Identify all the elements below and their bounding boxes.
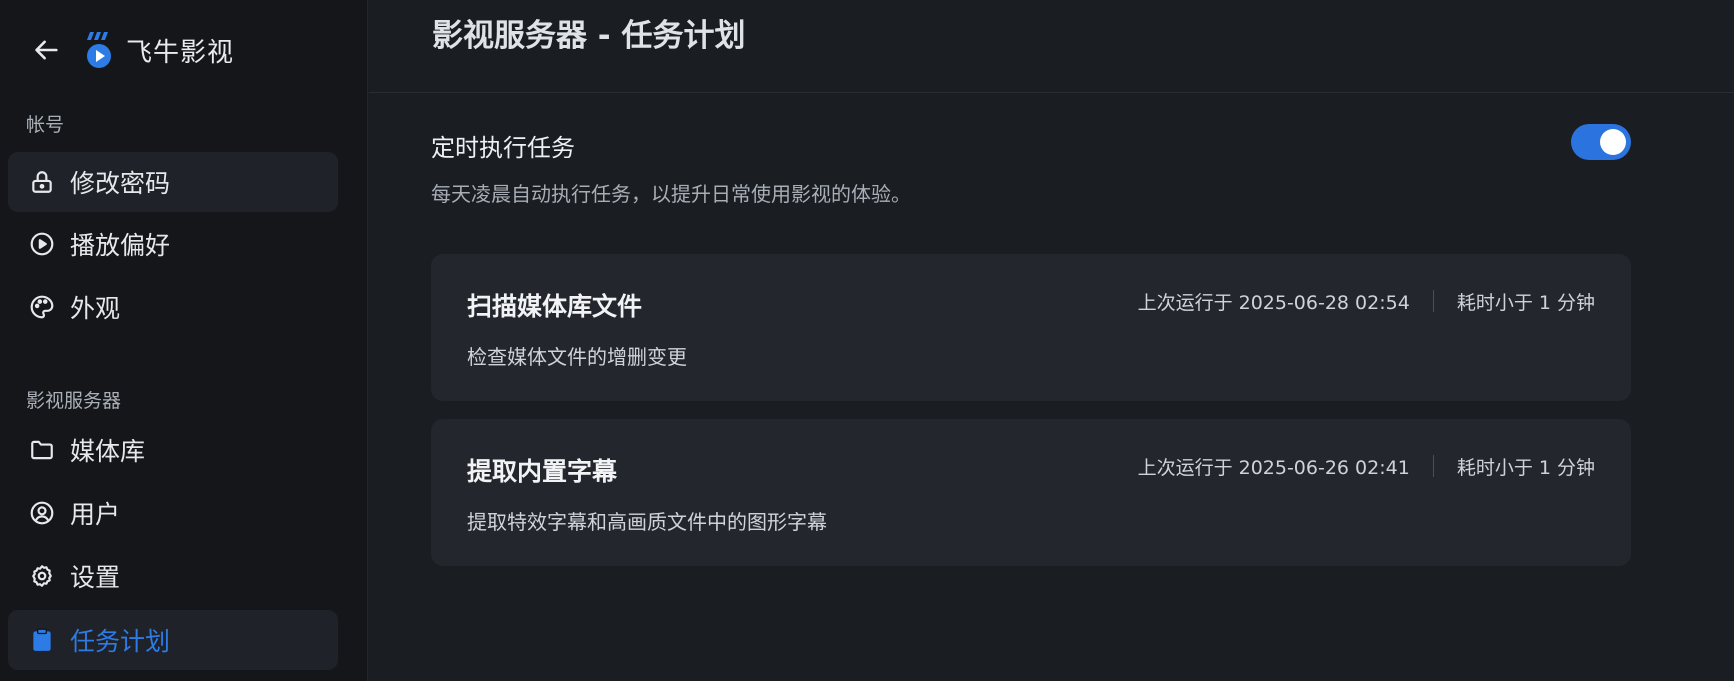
feiniu-logo-icon bbox=[87, 32, 111, 68]
clipboard-icon bbox=[28, 626, 56, 654]
sidebar-item-label: 修改密码 bbox=[70, 169, 171, 198]
task-duration: 耗时小于 1 分钟 bbox=[1456, 456, 1595, 479]
sidebar-item-label: 用户 bbox=[70, 500, 121, 529]
task-meta: 上次运行于 2025-06-26 02:41 耗时小于 1 分钟 bbox=[1138, 453, 1595, 479]
sidebar-item-label: 外观 bbox=[70, 294, 121, 323]
scheduled-task-description: 每天凌晨自动执行任务，以提升日常使用影视的体验。 bbox=[431, 182, 911, 206]
meta-divider bbox=[1432, 290, 1434, 312]
task-last-run: 上次运行于 2025-06-28 02:54 bbox=[1137, 291, 1410, 314]
sidebar-item-label: 设置 bbox=[70, 563, 121, 592]
page-title: 影视服务器 - 任务计划 bbox=[432, 18, 746, 54]
section-label-account: 帐号 bbox=[26, 114, 65, 136]
task-description: 检查媒体文件的增删变更 bbox=[467, 345, 687, 369]
task-name: 提取内置字幕 bbox=[467, 457, 618, 486]
task-meta: 上次运行于 2025-06-28 02:54 耗时小于 1 分钟 bbox=[1138, 288, 1595, 314]
toggle-knob bbox=[1600, 129, 1626, 155]
page-header: 影视服务器 - 任务计划 bbox=[369, 0, 1734, 93]
scheduled-task-title: 定时执行任务 bbox=[431, 134, 575, 162]
meta-divider bbox=[1432, 455, 1434, 477]
sidebar-item-settings[interactable]: 设置 bbox=[8, 546, 338, 606]
task-duration: 耗时小于 1 分钟 bbox=[1456, 291, 1595, 314]
sidebar-item-media-library[interactable]: 媒体库 bbox=[8, 420, 338, 480]
section-label-media-server: 影视服务器 bbox=[26, 390, 122, 412]
logo: 飞牛影视 bbox=[84, 30, 234, 70]
sidebar-item-appearance[interactable]: 外观 bbox=[8, 277, 338, 337]
sidebar-item-label: 媒体库 bbox=[70, 437, 146, 466]
task-card-scan-library[interactable]: 扫描媒体库文件 检查媒体文件的增删变更 上次运行于 2025-06-28 02:… bbox=[431, 254, 1631, 401]
gear-icon bbox=[28, 562, 56, 590]
sidebar-item-playback-preferences[interactable]: 播放偏好 bbox=[8, 214, 338, 274]
task-name: 扫描媒体库文件 bbox=[467, 292, 643, 321]
task-description: 提取特效字幕和高画质文件中的图形字幕 bbox=[467, 510, 827, 534]
play-circle-icon bbox=[28, 230, 56, 258]
back-button[interactable] bbox=[30, 33, 64, 67]
sidebar-item-change-password[interactable]: 修改密码 bbox=[8, 152, 338, 212]
brand-bar: 飞牛影视 bbox=[30, 26, 234, 74]
palette-icon bbox=[28, 293, 56, 321]
main-content: 影视服务器 - 任务计划 定时执行任务 每天凌晨自动执行任务，以提升日常使用影视… bbox=[369, 0, 1734, 681]
folder-icon bbox=[28, 436, 56, 464]
scheduled-task-toggle[interactable] bbox=[1571, 124, 1631, 160]
app-window: 飞牛影视 帐号 修改密码 播放偏好 外观 影视服务器 媒体库 用户 设置 任务计… bbox=[0, 0, 1734, 681]
brand-name: 飞牛影视 bbox=[126, 37, 235, 68]
lock-icon bbox=[28, 168, 56, 196]
task-last-run: 上次运行于 2025-06-26 02:41 bbox=[1137, 456, 1410, 479]
arrow-left-icon bbox=[35, 40, 58, 60]
sidebar-item-users[interactable]: 用户 bbox=[8, 483, 338, 543]
user-circle-icon bbox=[28, 499, 56, 527]
sidebar: 飞牛影视 帐号 修改密码 播放偏好 外观 影视服务器 媒体库 用户 设置 任务计… bbox=[0, 0, 368, 681]
task-card-extract-subtitles[interactable]: 提取内置字幕 提取特效字幕和高画质文件中的图形字幕 上次运行于 2025-06-… bbox=[431, 419, 1631, 566]
sidebar-item-label: 播放偏好 bbox=[70, 231, 171, 260]
sidebar-item-task-schedule[interactable]: 任务计划 bbox=[8, 610, 338, 670]
sidebar-item-label: 任务计划 bbox=[70, 627, 171, 656]
